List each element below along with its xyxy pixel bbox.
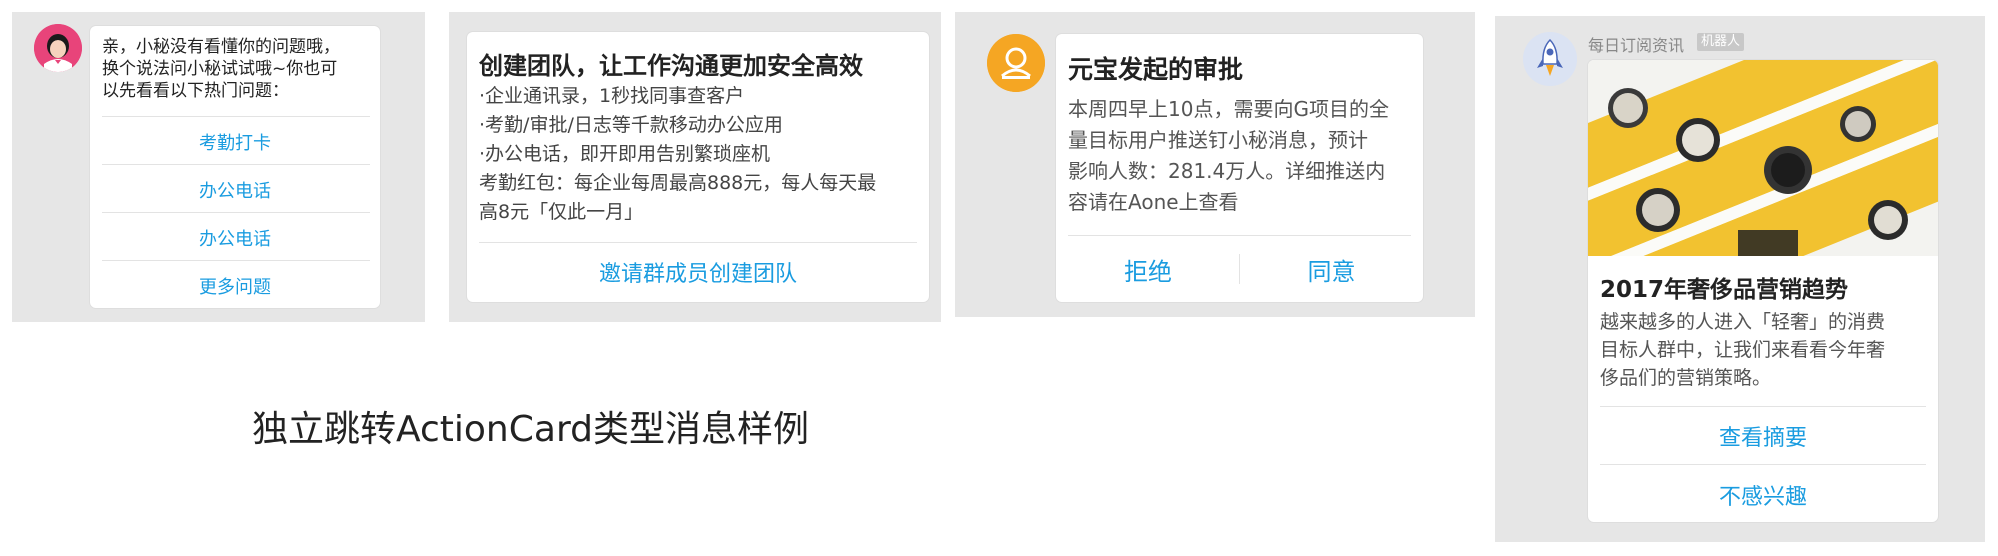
create-team-card: 创建团队，让工作沟通更加安全高效 ·企业通讯录，1秒找同事查客户 ·考勤/审批/… <box>467 32 929 302</box>
divider <box>102 116 370 117</box>
card-title: 创建团队，让工作沟通更加安全高效 <box>479 52 863 80</box>
divider <box>1068 235 1411 236</box>
page-caption: 独立跳转ActionCard类型消息样例 <box>252 409 809 450</box>
faq-link-attendance[interactable]: 考勤打卡 <box>90 129 380 155</box>
faq-link-office-phone-1[interactable]: 办公电话 <box>90 177 380 203</box>
news-card: 2017年奢侈品营销趋势 越来越多的人进入「轻奢」的消费 目标人群中，让我们来看… <box>1588 60 1938 522</box>
card-title: 元宝发起的审批 <box>1068 55 1244 84</box>
card-body: ·企业通讯录，1秒找同事查客户 ·考勤/审批/日志等千款移动办公应用 ·办公电话… <box>479 85 877 223</box>
message-line-3: 以先看看以下热门问题： <box>102 81 289 101</box>
divider <box>1600 464 1926 465</box>
card-body: 本周四早上10点，需要向G项目的全 量目标用户推送钉小秘消息，预计 影响人数：2… <box>1068 97 1389 214</box>
user-avatar-icon[interactable] <box>987 34 1045 92</box>
divider <box>102 164 370 165</box>
sender-name: 每日订阅资讯 <box>1588 36 1685 55</box>
card-body: 越来越多的人进入「轻奢」的消费 目标人群中，让我们来看看今年奢 侈品们的营销策略… <box>1600 311 1886 389</box>
watch-book-image[interactable] <box>1588 60 1938 256</box>
invite-members-create-team-button[interactable]: 邀请群成员创建团队 <box>467 256 929 288</box>
approval-card: 元宝发起的审批 本周四早上10点，需要向G项目的全 量目标用户推送钉小秘消息，预… <box>1056 34 1423 302</box>
robot-badge: 机器人 <box>1697 33 1745 51</box>
faq-card: 亲，小秘没有看懂你的问题哦， 换个说法问小秘试试哦~你也可 以先看看以下热门问题… <box>90 26 380 308</box>
female-avatar-icon[interactable] <box>34 24 82 72</box>
faq-link-office-phone-2[interactable]: 办公电话 <box>90 225 380 251</box>
divider <box>102 212 370 213</box>
reject-button[interactable]: 拒绝 <box>1056 252 1240 287</box>
divider <box>102 260 370 261</box>
divider <box>1600 406 1926 407</box>
agree-button[interactable]: 同意 <box>1240 252 1423 287</box>
view-summary-button[interactable]: 查看摘要 <box>1588 420 1938 452</box>
not-interested-button[interactable]: 不感兴趣 <box>1588 479 1938 511</box>
card-title: 2017年奢侈品营销趋势 <box>1600 277 1849 303</box>
faq-link-more-questions[interactable]: 更多问题 <box>90 273 380 299</box>
message-line-2: 换个说法问小秘试试哦~你也可 <box>102 59 338 79</box>
rocket-avatar-icon[interactable] <box>1523 32 1577 86</box>
divider <box>479 242 917 243</box>
message-line-1: 亲，小秘没有看懂你的问题哦， <box>102 37 340 57</box>
